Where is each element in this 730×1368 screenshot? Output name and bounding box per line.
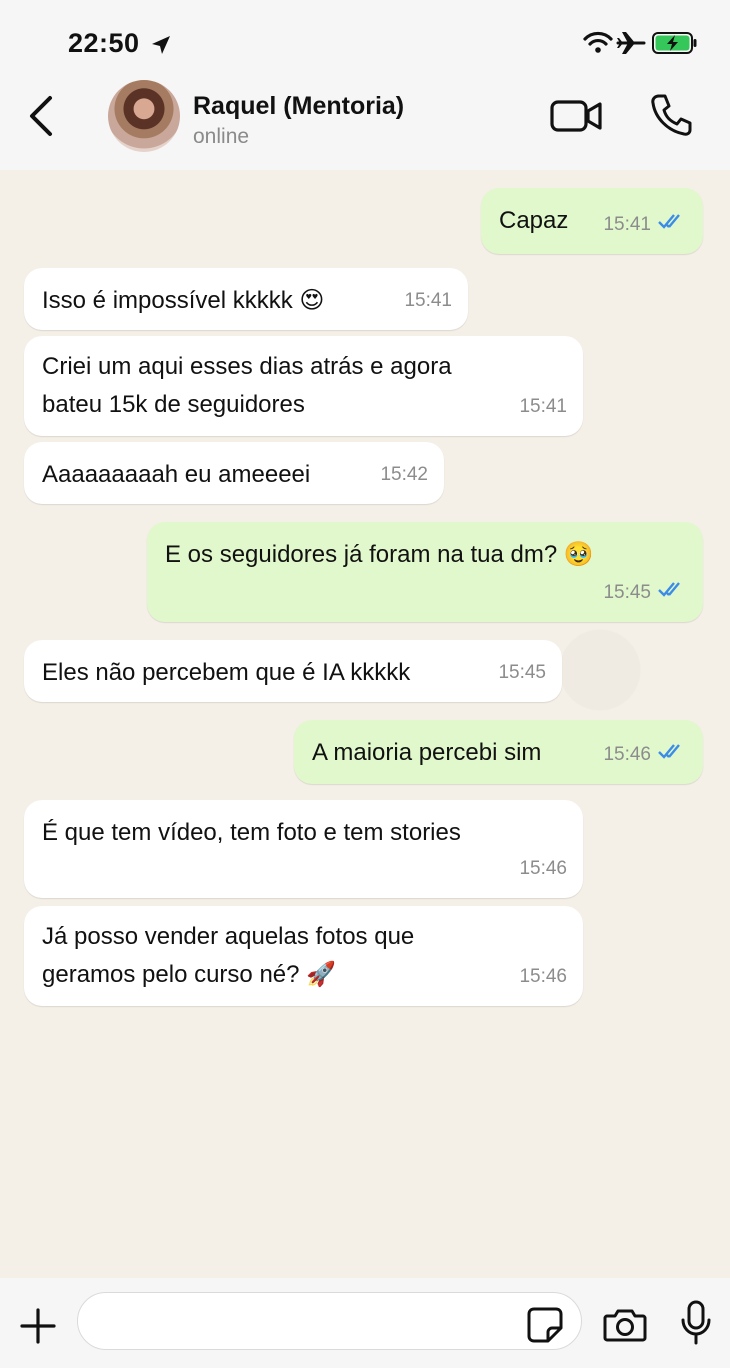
message-text-line: bateu 15k de seguidores <box>42 391 305 418</box>
double-check-icon <box>657 206 687 244</box>
double-check-icon <box>657 736 687 774</box>
sticker-icon[interactable] <box>526 1306 564 1349</box>
wifi-icon <box>583 31 613 58</box>
chat-area[interactable]: Capaz 15:41 Isso é impossível kkkkk 😍 15… <box>0 170 730 1278</box>
message-text: E os seguidores já foram na tua dm? 🥹 <box>165 541 594 568</box>
message-time: 15:45 <box>498 662 546 683</box>
message-time: 15:46 <box>519 966 567 987</box>
message-text: É que tem vídeo, tem foto e tem stories <box>42 819 461 846</box>
message-text: Eles não percebem que é IA kkkkk <box>42 659 411 686</box>
message-input[interactable] <box>77 1292 582 1350</box>
contact-status: online <box>193 125 250 148</box>
phone-call-icon[interactable] <box>650 93 692 142</box>
battery-charging-icon <box>652 32 698 59</box>
contact-name[interactable]: Raquel (Mentoria) <box>193 92 404 121</box>
message-time: 15:46 <box>519 858 567 879</box>
message-time: 15:41 <box>519 396 567 417</box>
message-incoming[interactable]: Isso é impossível kkkkk 😍 15:41 <box>24 268 468 330</box>
message-text: Aaaaaaaaah eu ameeeei <box>42 461 311 488</box>
message-text: Capaz <box>499 207 569 234</box>
message-time: 15:46 <box>603 744 651 765</box>
message-text-line: geramos pelo curso né? 🚀 <box>42 961 337 988</box>
message-incoming[interactable]: É que tem vídeo, tem foto e tem stories … <box>24 800 583 898</box>
plus-icon[interactable] <box>18 1306 58 1351</box>
message-time: 15:42 <box>380 464 428 485</box>
video-call-icon[interactable] <box>550 96 604 141</box>
chat-header: Raquel (Mentoria) online <box>0 80 730 171</box>
location-arrow-icon <box>150 34 172 61</box>
message-outgoing[interactable]: Capaz 15:41 <box>481 188 703 254</box>
message-incoming[interactable]: Eles não percebem que é IA kkkkk 15:45 <box>24 640 562 702</box>
message-time: 15:41 <box>404 290 452 311</box>
camera-icon[interactable] <box>603 1307 647 1348</box>
contact-avatar[interactable] <box>108 80 180 152</box>
microphone-icon[interactable] <box>679 1300 713 1351</box>
message-time: 15:41 <box>603 214 651 235</box>
back-chevron-icon[interactable] <box>26 94 58 143</box>
message-text: Isso é impossível kkkkk 😍 <box>42 287 325 314</box>
status-bar: 22:50 <box>0 0 730 80</box>
double-check-icon <box>657 574 687 612</box>
message-outgoing[interactable]: A maioria percebi sim 15:46 <box>294 720 703 784</box>
message-composer <box>0 1278 730 1368</box>
message-incoming[interactable]: Aaaaaaaaah eu ameeeei 15:42 <box>24 442 444 504</box>
airplane-icon <box>616 30 646 61</box>
message-text: A maioria percebi sim <box>312 739 542 766</box>
message-time: 15:45 <box>603 582 651 603</box>
message-incoming[interactable]: Criei um aqui esses dias atrás e agora b… <box>24 336 583 436</box>
message-text-line: Criei um aqui esses dias atrás e agora <box>42 353 452 380</box>
message-text-line: Já posso vender aquelas fotos que <box>42 923 415 950</box>
message-incoming[interactable]: Já posso vender aquelas fotos que geramo… <box>24 906 583 1006</box>
status-time: 22:50 <box>68 28 140 58</box>
message-outgoing[interactable]: E os seguidores já foram na tua dm? 🥹 15… <box>147 522 703 622</box>
